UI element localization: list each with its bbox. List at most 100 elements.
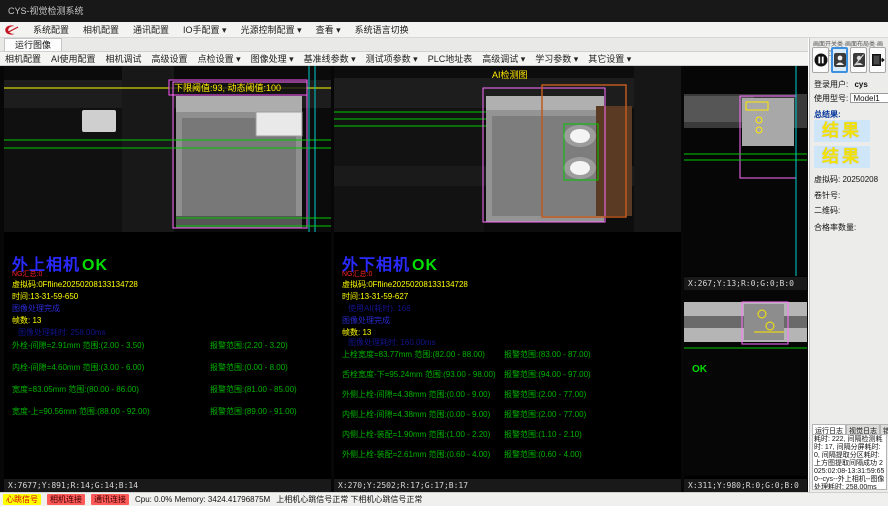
tool-baseline-params[interactable]: 基准线参数 ▾ (299, 52, 361, 66)
ai-user-button[interactable] (850, 47, 867, 73)
tool-camera-debug[interactable]: 相机调试 (101, 52, 147, 66)
alarm-range: 报警范围:(0.00 - 8.00) (210, 362, 288, 373)
menu-item-language-switch[interactable]: 系统语言切换 (349, 22, 415, 38)
tool-advanced-debug[interactable]: 高级调试 ▾ (477, 52, 530, 66)
tool-ai-usage-config[interactable]: AI使用配置 (46, 52, 101, 66)
user-mode-button[interactable] (831, 47, 848, 73)
measurement-row: 宽度-上=90.56mm 范围:(88.00 - 92.00) 报警范围:(89… (12, 406, 342, 417)
menu-item-system-config[interactable]: 系统配置 (27, 22, 75, 38)
window-title-bar: CYS-视觉检测系统 (0, 0, 888, 22)
menu-item-light-config[interactable]: 光源控制配置 ▾ (235, 22, 308, 38)
ai-time-line: 使用AI(耗时): 166 (348, 303, 411, 314)
app-window: CYS-视觉检测系统 系统配置 相机配置 通讯配置 IO手配置 ▾ 光源控制配置… (0, 0, 888, 522)
camera-view-lower: AI检测图 外下相机OK NG汇总:0 虚拟码:0Ffline202502081… (334, 66, 681, 492)
login-user-row: 登录用户: cys (814, 79, 886, 90)
menu-item-camera-config[interactable]: 相机配置 (77, 22, 125, 38)
ai-image-overlay-label: AI检测图 (492, 69, 528, 80)
measurement-row: 上栓宽度=83.77mm 范围:(82.00 - 88.00) 报警范围:(83… (342, 349, 672, 360)
menu-item-comm-config[interactable]: 通讯配置 (127, 22, 175, 38)
threshold-overlay-label: 下限阈值:93, 动态阈值:100 (174, 82, 281, 93)
virtual-code-line: 虚拟码:0Ffline20250208133134728 (12, 279, 138, 290)
toolbar: 相机配置 AI使用配置 相机调试 高级设置 点检设置 ▾ 图像处理 ▾ 基准线参… (0, 52, 808, 66)
camera-image-lower[interactable]: AI检测图 (334, 66, 681, 232)
measurement-value: 宽度=83.05mm 范围:(80.00 - 86.00) (12, 385, 139, 394)
tab-run-image[interactable]: 运行图像 (4, 38, 62, 51)
alarm-range: 报警范围:(2.00 - 77.00) (504, 409, 586, 420)
process-time-line: 图像处理耗时: 160.00ms (348, 337, 436, 348)
process-done-line: 图像处理完成 (342, 315, 390, 326)
pixel-coords-readout-preview-1: X:267;Y:13;R:0;G:0;B:0 (684, 277, 807, 290)
camera-image-upper[interactable]: 下限阈值:93, 动态阈值:100 (4, 66, 331, 232)
measurement-row: 内侧上栓-间隙=4.38mm 范围:(0.00 - 9.00) 报警范围:(2.… (342, 409, 672, 420)
result-display-2: 结果 (814, 146, 870, 168)
frame-count-line: 帧数: 13 (12, 315, 41, 326)
model-label: 使用型号: (814, 94, 848, 103)
tool-image-processing[interactable]: 图像处理 ▾ (246, 52, 299, 66)
ai-user-icon (853, 53, 865, 67)
login-user-value: cys (854, 80, 867, 89)
tool-camera-config[interactable]: 相机配置 (0, 52, 46, 66)
pause-button[interactable] (812, 47, 829, 73)
alarm-range: 报警范围:(0.60 - 4.00) (504, 449, 582, 460)
menu-bar: 系统配置 相机配置 通讯配置 IO手配置 ▾ 光源控制配置 ▾ 查看 ▾ 系统语… (0, 22, 888, 38)
time-line: 时间:13-31-59-627 (342, 291, 408, 302)
total-result-label: 总结果: (814, 109, 886, 120)
heartbeat-status-badge: 心跳信号 (3, 494, 41, 505)
pixel-coords-readout-lower: X:270;Y:2502;R:17;G:17;B:17 (334, 479, 681, 492)
pass-rate-row: 合格率数量: (814, 222, 886, 233)
virtual-code-line: 虚拟码:0Ffline20250208133134728 (342, 279, 468, 290)
menu-item-view[interactable]: 查看 ▾ (310, 22, 347, 38)
login-user-label: 登录用户: (814, 80, 848, 89)
tool-test-params[interactable]: 测试项参数 ▾ (361, 52, 423, 66)
log-output[interactable]: 耗时: 222, 间隔检测耗时: 17, 间隔分屏耗时: 0, 间隔提取分区耗时… (812, 434, 887, 490)
alarm-range: 报警范围:(2.00 - 77.00) (504, 389, 586, 400)
measurement-value: 舌栓宽度-下=95.24mm 范围:(93.00 - 98.00) (342, 370, 496, 379)
control-sidebar: 画面开关类·画面布局类·画面锁定类 (809, 38, 888, 492)
needle-number-row: 卷针号: (814, 190, 886, 201)
pixel-coords-readout-preview-2: X:311;Y:980;R:0;G:0;B:0 (684, 479, 807, 492)
measurement-value: 内栓-间隙=4.60mm 范围:(3.00 - 6.00) (12, 363, 144, 372)
pause-icon (814, 53, 828, 67)
measurement-row: 宽度=83.05mm 范围:(80.00 - 86.00) 报警范围:(81.0… (12, 384, 342, 395)
model-input[interactable]: Model1 (850, 93, 888, 103)
alarm-range: 报警范围:(83.00 - 87.00) (504, 349, 591, 360)
ng-summary-line: NG汇总:0 (12, 269, 42, 279)
app-logo-icon (3, 23, 21, 37)
result-display-1: 结果 (814, 120, 870, 142)
measurement-row: 内栓-间隙=4.60mm 范围:(3.00 - 6.00) 报警范围:(0.00… (12, 362, 342, 373)
measurement-row: 外侧上栓-间隙=4.38mm 范围:(0.00 - 9.00) 报警范围:(2.… (342, 389, 672, 400)
camera-view-upper: 下限阈值:93, 动态阈值:100 外上相机OK NG汇总:0 虚拟码:0Ffl… (4, 66, 331, 492)
camera-ok-status: OK (412, 257, 438, 274)
tool-advanced-settings[interactable]: 高级设置 (147, 52, 193, 66)
cpu-memory-readout: Cpu: 0.0% Memory: 3424.41796875M (135, 495, 270, 504)
tab-row: 运行图像 (0, 38, 808, 52)
preview-image-1[interactable] (684, 66, 807, 276)
preview-image-2[interactable]: OK (684, 292, 807, 476)
tool-learning-params[interactable]: 学习参数 ▾ (530, 52, 583, 66)
time-line: 时间:13-31-59-650 (12, 291, 78, 302)
alarm-range: 报警范围:(89.00 - 91.00) (210, 406, 297, 417)
sidebar-buttons (812, 47, 888, 73)
tool-spot-check[interactable]: 点检设置 ▾ (193, 52, 246, 66)
status-bar: 心跳信号 相机连接 通讯连接 Cpu: 0.0% Memory: 3424.41… (0, 492, 888, 506)
alarm-range: 报警范围:(81.00 - 85.00) (210, 384, 297, 395)
measurement-row: 外侧上栓-装配=2.61mm 范围:(0.60 - 4.00) 报警范围:(0.… (342, 449, 672, 460)
tool-other-settings[interactable]: 其它设置 ▾ (583, 52, 636, 66)
camera-connect-badge: 相机连接 (47, 494, 85, 505)
measurement-value: 内侧上栓-间隙=4.38mm 范围:(0.00 - 9.00) (342, 410, 490, 419)
camera-ok-status: OK (82, 257, 108, 274)
model-row: 使用型号: Model1 (814, 93, 886, 104)
camera-heartbeat-readout: 上相机心跳信号正常 下相机心跳信号正常 (276, 494, 422, 505)
main-area: 下限阈值:93, 动态阈值:100 外上相机OK NG汇总:0 虚拟码:0Ffl… (0, 66, 808, 492)
qr-code-row: 二维码: (814, 205, 886, 216)
measurement-value: 上栓宽度=83.77mm 范围:(82.00 - 88.00) (342, 350, 485, 359)
user-icon (834, 53, 846, 67)
measurement-value: 外栓-间隙=2.91mm 范围:(2.00 - 3.50) (12, 341, 144, 350)
menu-item-io-config[interactable]: IO手配置 ▾ (177, 22, 233, 38)
exit-door-icon (871, 53, 885, 67)
alarm-range: 报警范围:(94.00 - 97.00) (504, 369, 591, 380)
tool-plc-address-table[interactable]: PLC地址表 (423, 52, 478, 66)
preview-panel-2: OK X:311;Y:980;R:0;G:0;B:0 (684, 292, 807, 492)
exit-button[interactable] (869, 47, 886, 73)
window-title: CYS-视觉检测系统 (8, 6, 84, 16)
